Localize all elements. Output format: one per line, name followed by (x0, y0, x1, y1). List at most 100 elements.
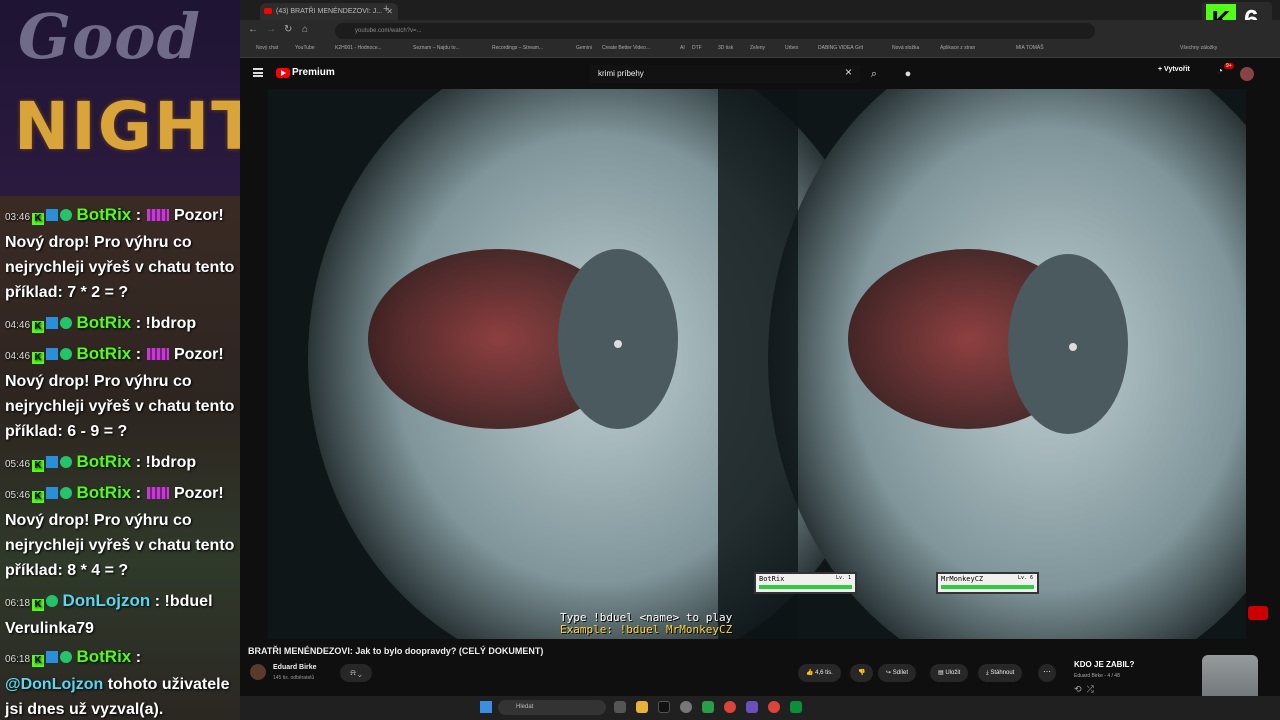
play-app-icon[interactable] (790, 701, 802, 713)
chat-message: 06:18 K BotRix : @DonLojzon tohoto uživat… (5, 647, 230, 718)
chat-mention[interactable]: @DonLojzon (5, 676, 103, 693)
chrome-icon[interactable] (724, 701, 736, 713)
bookmark-item[interactable]: Všechny záložky (1180, 45, 1217, 51)
chat-username[interactable]: BotRix (76, 344, 131, 363)
chrome-alt-icon[interactable] (768, 701, 780, 713)
kick-badge-icon: K (32, 321, 45, 333)
chat-feed: 03:46 K BotRix : Pozor! Nový drop! Pro vý… (0, 196, 240, 720)
chat-timestamp: 03:46 (5, 212, 31, 223)
bot-badge-icon (46, 651, 59, 663)
emote-icon (147, 487, 170, 499)
windows-start-icon[interactable] (480, 701, 492, 713)
chat-username[interactable]: BotRix (76, 483, 131, 502)
account-avatar[interactable] (1240, 67, 1254, 81)
tab-bar: (43) BRATŘI MENÉNDEZOVI: J... ✕ + (240, 0, 1280, 20)
verified-badge-icon (60, 348, 73, 360)
bookmarks-bar: Nový chat YouTube K2H001 - Hodnoce... Sezna… (240, 42, 1280, 58)
chat-timestamp: 05:46 (5, 490, 31, 501)
duel-example-line: Example: !bduel MrMonkeyCZ (560, 623, 733, 636)
bookmark-item[interactable]: Urbex (785, 45, 798, 51)
forward-icon[interactable]: → (266, 24, 276, 35)
bookmark-item[interactable]: AI (680, 45, 685, 51)
share-button[interactable]: ↪ Sdílet (878, 664, 917, 682)
bookmark-item[interactable]: MIA TOMÁŠ (1016, 45, 1044, 51)
home-icon[interactable]: ⌂ (302, 24, 308, 35)
dislike-button[interactable]: 👎 (850, 664, 874, 682)
windows-taskbar: Hledat (240, 696, 1280, 720)
verified-badge-icon (60, 209, 73, 221)
like-button[interactable]: 👍 4,6 tis. (798, 664, 841, 682)
loop-icon[interactable]: ⟲ (1074, 684, 1082, 694)
new-tab-icon[interactable]: + (383, 3, 389, 15)
chat-timestamp: 06:18 (5, 654, 31, 665)
xbox-icon[interactable] (702, 701, 714, 713)
back-icon[interactable]: ← (248, 24, 258, 35)
bookmark-item[interactable]: Seznam – Najdu to... (413, 45, 460, 51)
chat-username[interactable]: DonLojzon (62, 591, 150, 610)
bookmark-item[interactable]: DABING VIDEA (818, 45, 854, 51)
bookmark-item[interactable]: Nový chat (256, 45, 278, 51)
duel-player2-name: MrMonkeyCZ (941, 575, 984, 583)
chat-message: 06:18 K DonLojzon : !bduel Verulinka79 (5, 591, 213, 637)
youtube-favicon-icon (264, 8, 272, 14)
chat-username[interactable]: BotRix (76, 313, 131, 332)
reload-icon[interactable]: ↻ (284, 24, 292, 35)
clear-search-icon[interactable]: × (845, 65, 852, 79)
bookmark-item[interactable]: K2H001 - Hodnoce... (335, 45, 382, 51)
bookmark-item[interactable]: Create Better Video... (602, 45, 650, 51)
emote-icon (147, 209, 170, 221)
chat-text: !bdrop (145, 454, 197, 471)
chat-username[interactable]: BotRix (76, 205, 131, 224)
bookmark-item[interactable]: Zeleny (750, 45, 765, 51)
chat-username[interactable]: BotRix (76, 647, 131, 666)
chat-timestamp: 04:46 (5, 320, 31, 331)
tab-title: (43) BRATŘI MENÉNDEZOVI: J... (276, 8, 383, 15)
download-button[interactable]: ⤓ Stáhnout (978, 664, 1023, 682)
video-player[interactable]: BotRix Lv. 1 MrMonkeyCZ Lv. 6 Type !bdue… (268, 89, 1246, 639)
hamburger-menu-icon[interactable] (253, 68, 263, 77)
banner-line-night: NIGHT (14, 88, 240, 165)
app-icon-purple[interactable] (746, 701, 758, 713)
shuffle-icon[interactable]: ⤮ (1087, 684, 1094, 694)
chat-timestamp: 05:46 (5, 459, 31, 470)
browser-window: (43) BRATŘI MENÉNDEZOVI: J... ✕ + K 6 ← … (240, 0, 1280, 720)
save-button[interactable]: ▤ Uložit (930, 664, 969, 682)
bookmark-item[interactable]: YouTube (295, 45, 315, 51)
create-button[interactable]: + Vytvořit (1158, 66, 1190, 73)
bookmark-item[interactable]: Gemini (576, 45, 592, 51)
youtube-header: Premium krimi príbehy × ⌕ ● + Vytvořit ◔… (240, 59, 1280, 89)
youtube-corner-icon (1248, 606, 1268, 620)
verified-badge-icon (60, 456, 73, 468)
bookmark-item[interactable]: Grit (855, 45, 863, 51)
playlist-title[interactable]: KDO JE ZABIL? (1074, 660, 1134, 669)
microphone-icon[interactable]: ● (898, 64, 918, 84)
bookmark-item[interactable]: Recordings – Stream... (492, 45, 543, 51)
bookmark-item[interactable]: 3D tisk (718, 45, 733, 51)
duel-player1-level: Lv. 1 (835, 575, 851, 581)
task-view-icon[interactable] (614, 701, 626, 713)
url-field[interactable]: youtube.com/watch?v=... (335, 23, 1095, 39)
taskbar-search[interactable]: Hledat (498, 700, 606, 715)
save-label: Uložit (945, 670, 961, 676)
bot-badge-icon (46, 348, 59, 360)
channel-avatar[interactable] (250, 664, 266, 680)
youtube-premium-label[interactable]: Premium (292, 67, 335, 78)
playlist-controls: ⟲ ⤮ (1074, 684, 1094, 695)
youtube-logo-icon[interactable] (276, 68, 290, 78)
subscribe-bell-button[interactable]: ⍾ ⌄ (340, 664, 372, 682)
channel-subscribers: 145 tis. odběratelů (273, 675, 315, 681)
settings-icon[interactable] (680, 701, 692, 713)
bookmark-item[interactable]: Aplikace z stran (940, 45, 975, 51)
tab-youtube[interactable]: (43) BRATŘI MENÉNDEZOVI: J... ✕ (260, 3, 398, 20)
tiktok-icon[interactable] (658, 701, 670, 713)
verified-badge-icon (60, 487, 73, 499)
search-input[interactable]: krimi príbehy (590, 65, 860, 83)
chat-username[interactable]: BotRix (76, 452, 131, 471)
bookmark-item[interactable]: DTF (692, 45, 702, 51)
more-actions-icon[interactable]: ⋯ (1038, 664, 1056, 682)
file-explorer-icon[interactable] (636, 701, 648, 713)
bell-icon[interactable]: ◔ (1217, 66, 1223, 77)
search-icon[interactable]: ⌕ (864, 64, 884, 84)
channel-name[interactable]: Eduard Birke (273, 664, 317, 671)
bookmark-item[interactable]: Nová složka (892, 45, 919, 51)
